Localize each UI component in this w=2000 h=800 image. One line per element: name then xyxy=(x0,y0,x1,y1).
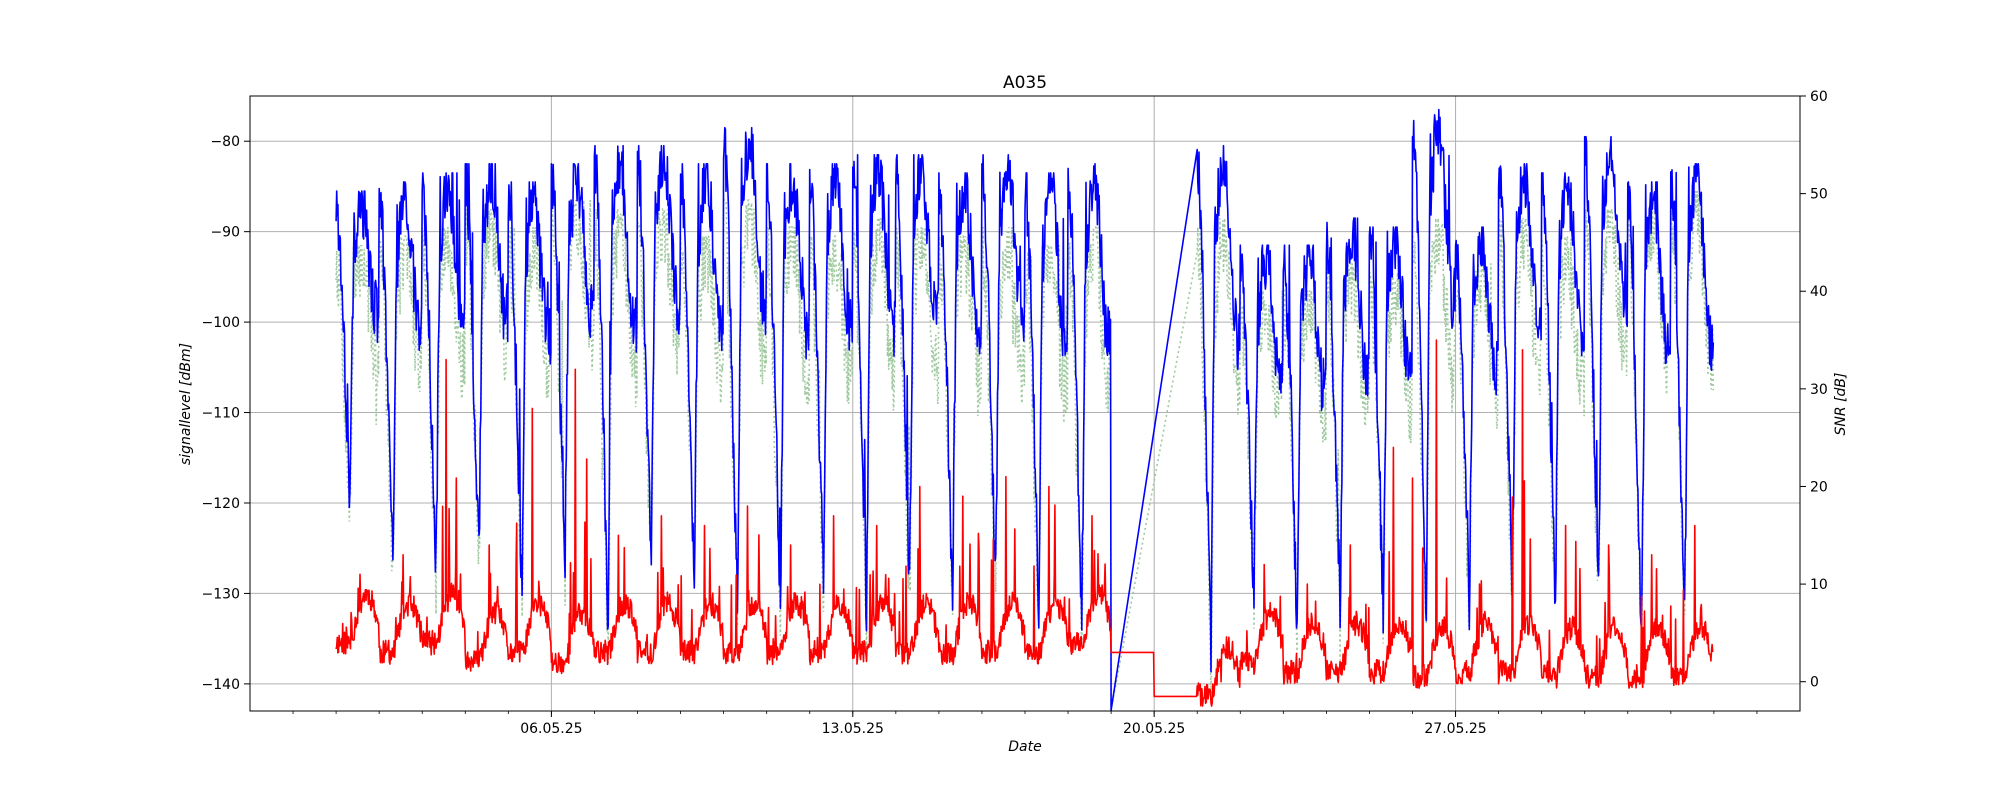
y-right-tick-label: 60 xyxy=(1810,89,1828,105)
y-right-tick-label: 30 xyxy=(1810,382,1828,398)
y-left-tick-label: −100 xyxy=(202,315,240,331)
chart-background xyxy=(0,0,2000,800)
y-left-tick-label: −90 xyxy=(210,225,240,241)
x-axis-label: Date xyxy=(1008,739,1041,755)
y-left-tick-label: −140 xyxy=(202,677,240,693)
y-axis-left-label: signallevel [dBm] xyxy=(178,343,194,465)
x-tick-label: 06.05.25 xyxy=(520,721,582,737)
y-right-tick-label: 0 xyxy=(1810,675,1819,691)
y-left-tick-label: −80 xyxy=(210,134,240,150)
x-tick-label: 13.05.25 xyxy=(822,721,884,737)
y-right-tick-label: 50 xyxy=(1810,187,1828,203)
y-right-tick-label: 20 xyxy=(1810,479,1828,495)
y-right-tick-label: 10 xyxy=(1810,577,1828,593)
y-left-tick-label: −130 xyxy=(202,586,240,602)
x-tick-label: 27.05.25 xyxy=(1424,721,1486,737)
y-axis-right-label: SNR [dB] xyxy=(1833,373,1849,436)
y-right-tick-label: 40 xyxy=(1810,284,1828,300)
y-left-tick-label: −120 xyxy=(202,496,240,512)
y-left-tick-label: −110 xyxy=(202,406,240,422)
chart: 06.05.25 13.05.25 20.05.25 27.05.25 −80 −90 −1… xyxy=(0,0,2000,800)
chart-title: A035 xyxy=(1003,73,1047,93)
x-tick-label: 20.05.25 xyxy=(1123,721,1185,737)
